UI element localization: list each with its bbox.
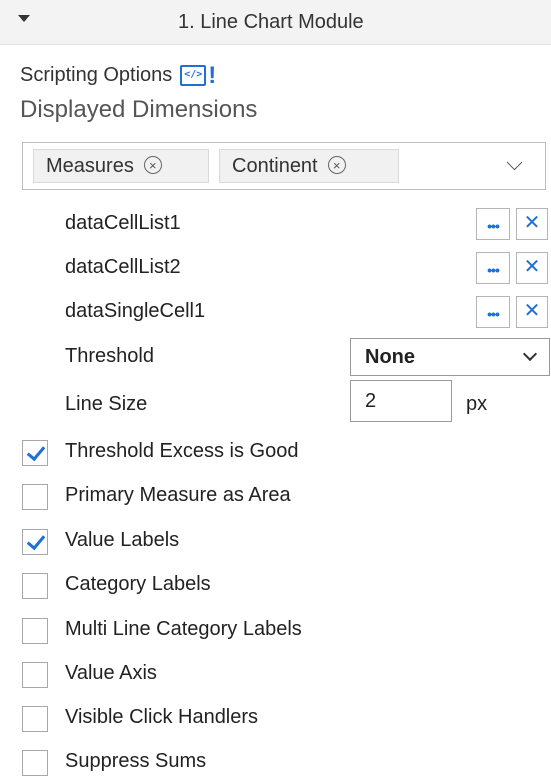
scripting-options: Scripting Options </> ! (20, 61, 217, 89)
more-options-button[interactable]: ••• (476, 296, 510, 328)
checkbox[interactable] (22, 618, 48, 644)
data-cell-label: dataSingleCell1 (65, 300, 206, 322)
chip-label: Measures (46, 155, 134, 177)
option-multi-line-category-labels[interactable]: Multi Line Category Labels (0, 610, 551, 650)
line-size-unit: px (466, 393, 488, 415)
line-size-input[interactable] (350, 380, 452, 422)
checkbox-label: Primary Measure as Area (65, 484, 291, 506)
remove-button[interactable]: ✕ (516, 296, 548, 328)
module-header[interactable]: 1. Line Chart Module (0, 0, 551, 45)
data-cell-row: dataSingleCell1 ••• ✕ (0, 292, 551, 332)
option-category-labels[interactable]: Category Labels (0, 565, 551, 605)
threshold-select[interactable]: None (350, 338, 550, 376)
checkbox-label: Visible Click Handlers (65, 706, 259, 728)
more-options-button[interactable]: ••• (476, 208, 510, 240)
collapse-caret-icon[interactable] (18, 15, 30, 22)
chip-remove-icon[interactable]: × (143, 156, 162, 174)
option-suppress-sums[interactable]: Suppress Sums (0, 742, 551, 782)
chip-measures[interactable]: Measures × (33, 149, 209, 183)
data-cell-label: dataCellList2 (65, 256, 181, 278)
script-code-box: </> (180, 65, 207, 86)
displayed-dimensions-title: Displayed Dimensions (20, 96, 258, 123)
remove-button[interactable]: ✕ (516, 252, 548, 284)
chevron-down-icon[interactable] (506, 154, 523, 171)
option-value-axis[interactable]: Value Axis (0, 654, 551, 694)
data-cell-label: dataCellList1 (65, 212, 181, 234)
checkbox[interactable] (22, 529, 48, 555)
checkbox[interactable] (22, 706, 48, 732)
checkbox-label: Category Labels (65, 573, 211, 595)
threshold-value: None (365, 346, 415, 368)
line-size-label: Line Size (65, 393, 148, 415)
option-value-labels[interactable]: Value Labels (0, 521, 551, 561)
checkbox[interactable] (22, 440, 48, 466)
scripting-options-label: Scripting Options (20, 64, 173, 86)
data-cell-row: dataCellList2 ••• ✕ (0, 248, 551, 288)
checkbox[interactable] (22, 573, 48, 599)
checkbox-label: Value Labels (65, 529, 180, 551)
checkmark-icon (26, 441, 46, 462)
threshold-label: Threshold (65, 345, 154, 367)
remove-button[interactable]: ✕ (516, 208, 548, 240)
checkmark-icon (26, 530, 46, 551)
checkbox[interactable] (22, 662, 48, 688)
checkbox[interactable] (22, 750, 48, 776)
checkbox-label: Value Axis (65, 662, 157, 684)
dimensions-multiselect[interactable]: Measures × Continent × (22, 142, 546, 190)
chevron-down-icon (522, 346, 538, 362)
module-title: 1. Line Chart Module (178, 11, 364, 33)
option-visible-click-handlers[interactable]: Visible Click Handlers (0, 698, 551, 738)
more-options-button[interactable]: ••• (476, 252, 510, 284)
checkbox-label: Multi Line Category Labels (65, 618, 302, 640)
data-cell-row: dataCellList1 ••• ✕ (0, 204, 551, 244)
chip-continent[interactable]: Continent × (219, 149, 399, 183)
checkbox-label: Suppress Sums (65, 750, 207, 772)
script-alert-mark: ! (208, 61, 217, 89)
checkbox[interactable] (22, 484, 48, 510)
script-code-icon[interactable]: </> ! (180, 61, 217, 89)
option-primary-measure-area[interactable]: Primary Measure as Area (0, 476, 551, 516)
chip-label: Continent (232, 155, 318, 177)
chip-remove-icon[interactable]: × (327, 156, 346, 174)
option-threshold-excess-good[interactable]: Threshold Excess is Good (0, 432, 551, 472)
checkbox-label: Threshold Excess is Good (65, 440, 299, 462)
